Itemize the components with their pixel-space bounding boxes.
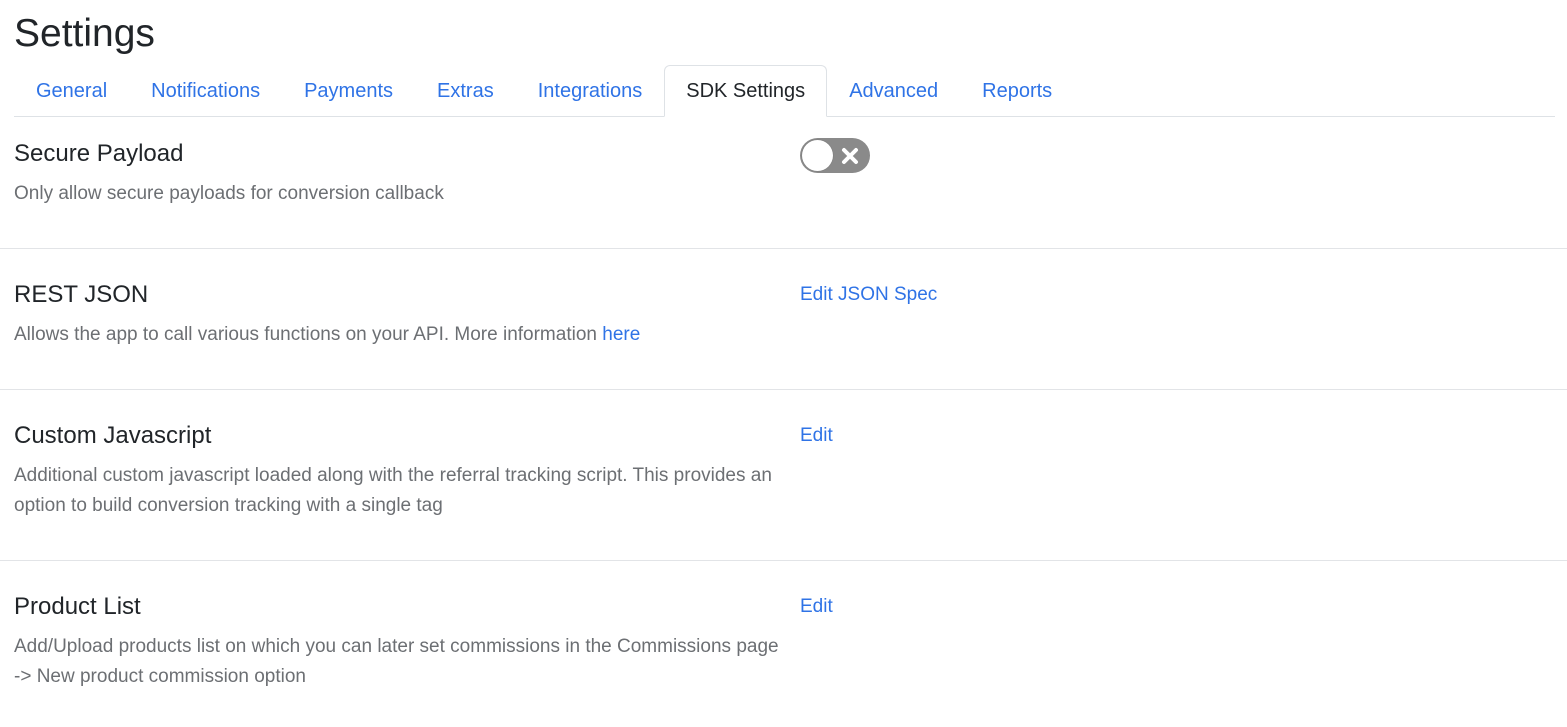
section-divider: [0, 248, 1567, 249]
section-divider: [0, 560, 1567, 561]
edit-json-spec-link[interactable]: Edit JSON Spec: [800, 280, 937, 310]
tab-sdk-settings[interactable]: SDK Settings: [664, 65, 828, 117]
tab-notifications[interactable]: Notifications: [129, 66, 282, 117]
rest-json-title: REST JSON: [14, 281, 149, 308]
page-title: Settings: [14, 12, 155, 55]
rest-json-description-wrap: Allows the app to call various functions…: [14, 320, 784, 350]
section-divider: [0, 389, 1567, 390]
tab-reports[interactable]: Reports: [960, 66, 1074, 117]
toggle-knob: [802, 140, 833, 171]
close-icon: [842, 148, 858, 164]
custom-javascript-description: Additional custom javascript loaded alon…: [14, 465, 772, 516]
edit-product-list-link[interactable]: Edit: [800, 592, 833, 622]
tab-integrations[interactable]: Integrations: [516, 66, 665, 117]
edit-custom-javascript-link[interactable]: Edit: [800, 421, 833, 451]
tab-general[interactable]: General: [14, 66, 129, 117]
tab-payments[interactable]: Payments: [282, 66, 415, 117]
secure-payload-title: Secure Payload: [14, 140, 184, 167]
product-list-title: Product List: [14, 593, 141, 620]
tab-advanced[interactable]: Advanced: [827, 66, 960, 117]
custom-javascript-title: Custom Javascript: [14, 422, 212, 449]
secure-payload-toggle[interactable]: [800, 138, 870, 173]
tab-extras[interactable]: Extras: [415, 66, 516, 117]
rest-json-description: Allows the app to call various functions…: [14, 324, 597, 345]
more-info-link[interactable]: here: [602, 324, 640, 345]
secure-payload-description: Only allow secure payloads for conversio…: [14, 183, 444, 204]
product-list-description: Add/Upload products list on which you ca…: [14, 636, 779, 687]
settings-tabs: General Notifications Payments Extras In…: [14, 65, 1555, 117]
settings-page: Settings General Notifications Payments …: [0, 0, 1567, 727]
